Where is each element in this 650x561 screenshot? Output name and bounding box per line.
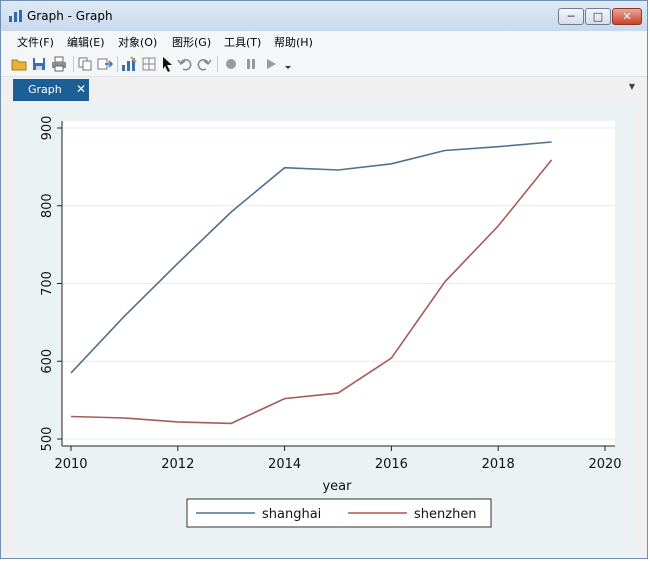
x-tick-label-2016: 2016 (375, 457, 408, 472)
y-tick-label-500: 500 (40, 427, 55, 452)
minimize-icon: ─ (567, 10, 575, 23)
toolbar (1, 51, 647, 77)
undo-icon[interactable] (177, 56, 193, 72)
tab-list-dropdown-icon[interactable]: ▼ (629, 82, 635, 91)
y-tick-label-800: 800 (40, 193, 55, 218)
x-axis-label: year (322, 479, 352, 494)
maximize-button[interactable]: □ (585, 8, 611, 25)
line-chart: 500 600 700 800 900 2010 2012 2014 2016 2018 2020… (40, 116, 622, 528)
copy-icon[interactable] (77, 56, 93, 72)
y-tick-label-700: 700 (40, 271, 55, 296)
pause-icon[interactable] (243, 56, 259, 72)
y-tick-label-600: 600 (40, 349, 55, 374)
x-tick-label-2010: 2010 (54, 457, 87, 472)
menu-help[interactable]: 帮助(H) (274, 34, 313, 50)
x-tick-label-2020: 2020 (588, 457, 621, 472)
legend: shanghai shenzhen (186, 498, 492, 528)
tab-graph[interactable]: Graph ✕ (13, 79, 89, 101)
graph-editor-icon[interactable] (121, 56, 137, 72)
legend-label-shanghai: shanghai (262, 507, 321, 522)
x-tick-label-2014: 2014 (268, 457, 301, 472)
menu-file[interactable]: 文件(F) (17, 34, 54, 50)
grid-icon[interactable] (141, 56, 157, 72)
menu-tools[interactable]: 工具(T) (224, 34, 261, 50)
toolbar-separator (117, 56, 118, 72)
y-axis-ticks: 500 600 700 800 900 (40, 116, 62, 452)
close-button[interactable]: ✕ (612, 8, 642, 25)
x-tick-label-2018: 2018 (482, 457, 515, 472)
menu-object[interactable]: 对象(O) (118, 34, 157, 50)
tab-close-icon[interactable]: ✕ (76, 82, 86, 96)
menu-edit[interactable]: 编辑(E) (67, 34, 105, 50)
tab-graph-label: Graph (28, 83, 62, 96)
x-tick-label-2012: 2012 (161, 457, 194, 472)
x-axis-ticks: 2010 2012 2014 2016 2018 2020 (54, 446, 622, 472)
window-title: Graph - Graph (27, 9, 113, 23)
maximize-icon: □ (592, 10, 604, 23)
pointer-icon[interactable] (159, 56, 175, 72)
close-icon: ✕ (622, 10, 632, 23)
menu-graph[interactable]: 图形(G) (172, 34, 211, 50)
export-icon[interactable] (97, 56, 113, 72)
record-icon[interactable] (223, 56, 239, 72)
graph-window: Graph - Graph ─ □ ✕ 文件(F) 编辑(E) 对象(O) 图形… (0, 0, 648, 559)
toolbar-separator (217, 56, 218, 72)
toolbar-separator (73, 56, 74, 72)
legend-label-shenzhen: shenzhen (414, 507, 477, 522)
graph-app-icon (9, 10, 22, 22)
title-bar[interactable]: Graph - Graph ─ □ ✕ (1, 1, 647, 31)
dropdown-icon[interactable] (280, 56, 296, 72)
redo-icon[interactable] (196, 56, 212, 72)
y-tick-label-900: 900 (40, 116, 55, 141)
print-icon[interactable] (51, 56, 67, 72)
graph-area: 500 600 700 800 900 2010 2012 2014 2016 2018 2020… (15, 101, 635, 553)
open-folder-icon[interactable] (11, 56, 27, 72)
menu-bar: 文件(F) 编辑(E) 对象(O) 图形(G) 工具(T) 帮助(H) (1, 31, 647, 51)
tab-bar: Graph ✕ ▼ (1, 77, 647, 101)
play-icon[interactable] (263, 56, 279, 72)
save-icon[interactable] (31, 56, 47, 72)
minimize-button[interactable]: ─ (558, 8, 584, 25)
